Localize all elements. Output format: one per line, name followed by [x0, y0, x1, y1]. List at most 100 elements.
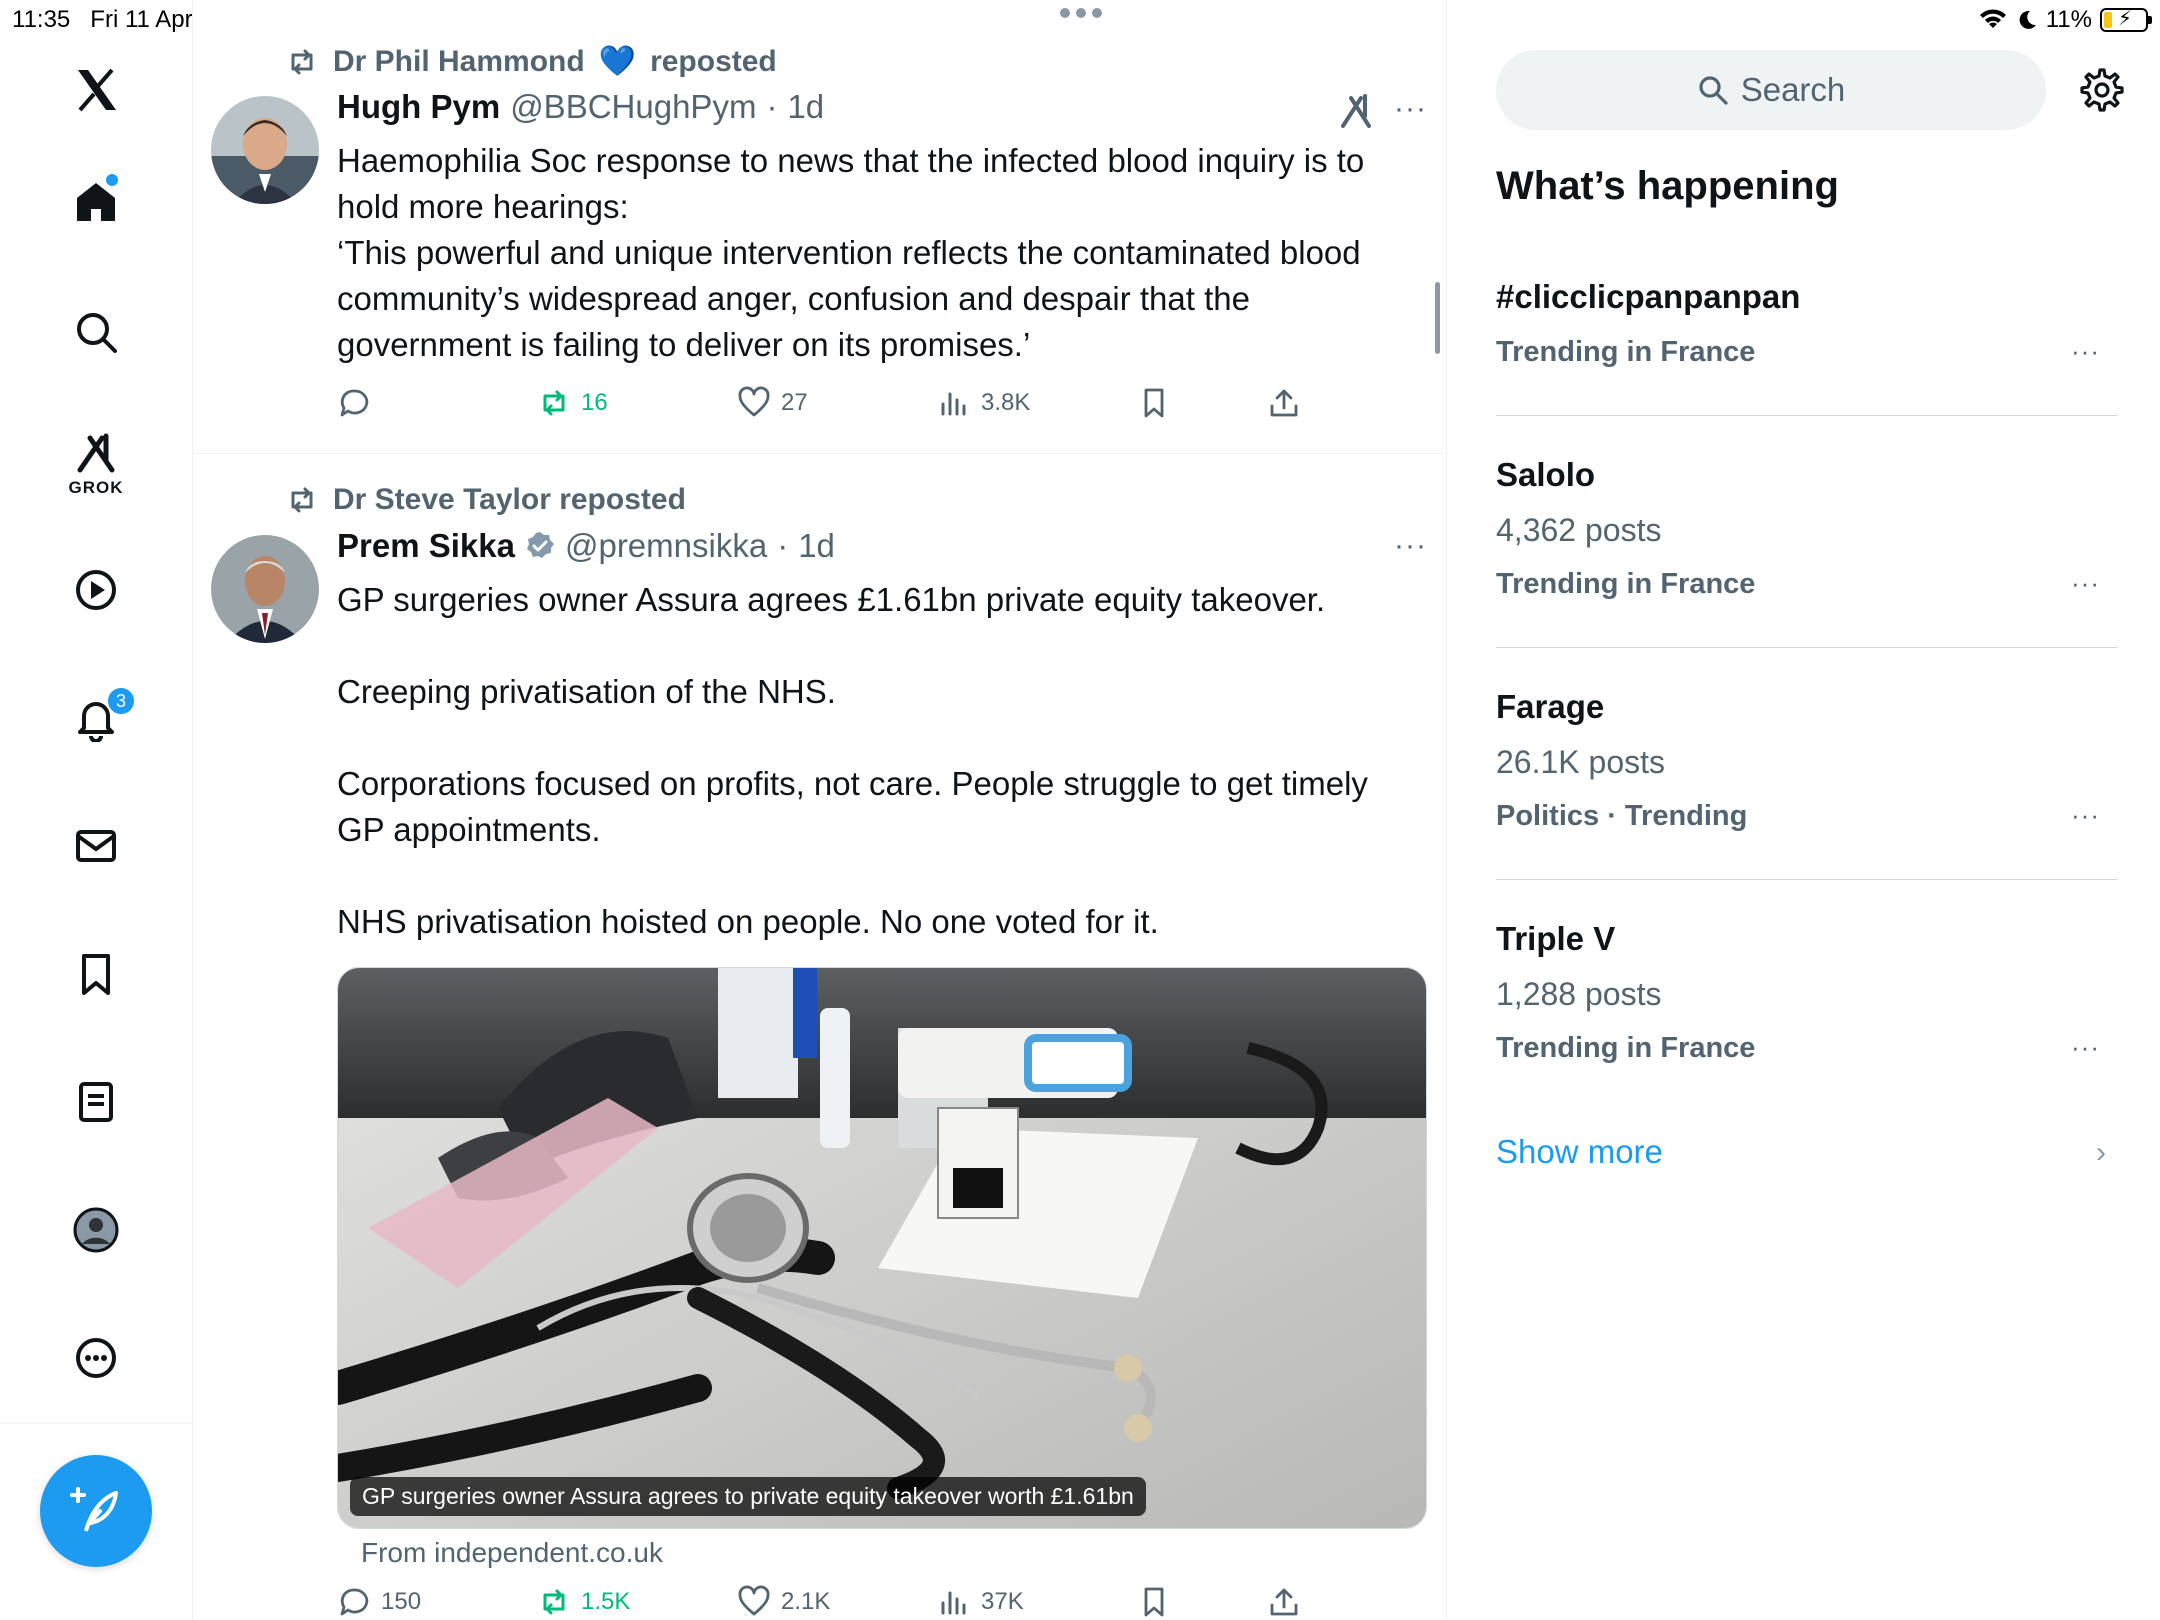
grok-label: GROK — [68, 478, 124, 497]
repost-by[interactable]: Dr Phil Hammond — [333, 45, 585, 79]
tweet-text: GP surgeries owner Assura agrees £1.61bn… — [337, 581, 1368, 940]
bookmark-icon — [1144, 388, 1164, 418]
reply-count: 150 — [381, 1588, 422, 1615]
author-name[interactable]: Hugh Pym — [337, 88, 500, 126]
like-button[interactable]: 2.1K — [737, 1585, 830, 1619]
feed-scrollbar[interactable] — [1435, 282, 1440, 354]
repost-button[interactable]: 1.5K — [537, 1585, 630, 1619]
trend-post-count: 26.1K posts — [1496, 744, 1665, 780]
bookmark-button[interactable] — [1137, 386, 1171, 420]
left-navigation: GROK 3 — [0, 0, 193, 1620]
nav-divider — [0, 1423, 193, 1424]
share-button[interactable] — [1267, 386, 1301, 420]
trend-name: Salolo — [1496, 456, 1596, 493]
views-count: 37K — [981, 1588, 1024, 1615]
link-source[interactable]: From independent.co.uk — [361, 1537, 663, 1569]
trend-more-icon[interactable]: ··· — [2071, 568, 2100, 599]
trend-post-count: 1,288 posts — [1496, 976, 1662, 1012]
reply-button[interactable] — [337, 386, 371, 420]
tweet-actions: 16 27 3.8K — [337, 386, 1337, 426]
author-name[interactable]: Prem Sikka — [337, 527, 515, 565]
trend-more-icon[interactable]: ··· — [2071, 1032, 2100, 1063]
grok-explain-icon[interactable] — [1337, 92, 1377, 132]
trend-item[interactable]: Salolo 4,362 posts Trending in France ··… — [1496, 416, 2118, 648]
timeline-feed[interactable]: Dr Phil Hammond 💙 reposted Hugh Pym @BBC… — [193, 0, 1447, 1620]
author-handle[interactable]: @premnsikka — [565, 527, 767, 565]
right-sidebar: Search What’s happening #clicclicpanpanp… — [1448, 0, 2160, 1620]
tweet-more-icon[interactable]: ··· — [1394, 529, 1427, 563]
section-heading: What’s happening — [1496, 164, 1839, 208]
video-play-icon[interactable] — [66, 560, 126, 620]
compose-post-button[interactable] — [40, 1455, 152, 1567]
repost-indicator[interactable]: Dr Phil Hammond 💙 reposted — [285, 44, 777, 79]
trend-category: Trending in France — [1496, 568, 1756, 600]
show-more-link[interactable]: Show more — [1496, 1133, 1663, 1171]
repost-icon — [543, 1589, 565, 1615]
search-placeholder: Search — [1740, 71, 1846, 108]
repost-button[interactable]: 16 — [537, 386, 608, 420]
bookmark-icon — [1144, 1587, 1164, 1617]
lists-icon[interactable] — [66, 1072, 126, 1132]
reply-button[interactable]: 150 — [337, 1585, 421, 1619]
tweet[interactable]: Dr Phil Hammond 💙 reposted Hugh Pym @BBC… — [193, 0, 1446, 454]
feather-plus-icon — [70, 1487, 118, 1532]
stethoscope-photo — [338, 968, 1426, 1528]
repost-count: 1.5K — [581, 1588, 631, 1615]
tweet-time[interactable]: 1d — [798, 527, 835, 565]
link-card-image[interactable]: GP surgeries owner Assura agrees to priv… — [337, 967, 1427, 1529]
repost-icon — [291, 487, 313, 513]
more-options-icon[interactable] — [66, 1328, 126, 1388]
link-card-caption: GP surgeries owner Assura agrees to priv… — [350, 1477, 1146, 1516]
views-bar-icon — [941, 1591, 966, 1615]
author-avatar[interactable] — [211, 535, 319, 643]
reply-icon — [340, 1588, 369, 1616]
home-unread-dot — [106, 174, 118, 186]
trend-post-count: 4,362 posts — [1496, 512, 1662, 548]
verified-badge-icon[interactable] — [525, 531, 555, 561]
repost-by[interactable]: Dr Steve Taylor reposted — [333, 483, 686, 517]
profile-avatar-icon[interactable] — [66, 1200, 126, 1260]
search-input[interactable]: Search — [1496, 50, 2046, 130]
tweet-more-icon[interactable]: ··· — [1394, 92, 1427, 126]
bookmark-button[interactable] — [1137, 1585, 1171, 1619]
gear-icon[interactable] — [2076, 66, 2124, 114]
trend-item[interactable]: Farage 26.1K posts Politics · Trending ·… — [1496, 648, 2118, 880]
trend-category: Politics · Trending — [1496, 800, 1748, 832]
like-button[interactable]: 27 — [737, 386, 808, 420]
grok-icon[interactable] — [66, 424, 126, 484]
author-avatar[interactable] — [211, 96, 319, 204]
separator-dot: · — [777, 527, 789, 564]
trend-item[interactable]: Triple V 1,288 posts Trending in France … — [1496, 880, 2118, 1112]
reply-icon — [340, 389, 369, 417]
repost-indicator[interactable]: Dr Steve Taylor reposted — [285, 483, 686, 517]
mail-icon[interactable] — [66, 816, 126, 876]
views-button[interactable]: 3.8K — [937, 386, 1030, 420]
tweet-actions: 150 1.5K 2.1K 37K — [337, 1585, 1337, 1620]
share-icon — [1270, 1588, 1298, 1616]
trend-category: Trending in France — [1496, 336, 1756, 368]
blue-heart-emoji: 💙 — [598, 45, 637, 78]
x-logo-icon[interactable] — [66, 60, 126, 120]
author-handle[interactable]: @BBCHughPym — [510, 88, 756, 126]
trend-item[interactable]: #clicclicpanpanpan Trending in France ··… — [1496, 270, 2118, 416]
like-count: 27 — [781, 389, 808, 416]
search-icon[interactable] — [66, 302, 126, 362]
trend-category: Trending in France — [1496, 1032, 1756, 1064]
trend-more-icon[interactable]: ··· — [2071, 800, 2100, 831]
chevron-right-icon[interactable]: › — [2096, 1136, 2106, 1170]
separator-dot: · — [766, 88, 778, 125]
tweet[interactable]: Dr Steve Taylor reposted Prem Sikka @pre… — [193, 455, 1446, 1620]
tweet-time[interactable]: 1d — [787, 88, 824, 126]
heart-icon — [738, 1585, 770, 1616]
share-button[interactable] — [1267, 1585, 1301, 1619]
views-bar-icon — [941, 392, 966, 416]
bookmark-icon[interactable] — [66, 944, 126, 1004]
repost-suffix: reposted — [650, 44, 777, 78]
tweet-header: Prem Sikka @premnsikka · 1d — [337, 527, 835, 565]
trend-name: #clicclicpanpanpan — [1496, 278, 1801, 315]
heart-icon — [738, 386, 770, 417]
trend-more-icon[interactable]: ··· — [2071, 336, 2100, 367]
repost-icon — [543, 390, 565, 416]
trend-name: Farage — [1496, 688, 1605, 725]
views-button[interactable]: 37K — [937, 1585, 1024, 1619]
